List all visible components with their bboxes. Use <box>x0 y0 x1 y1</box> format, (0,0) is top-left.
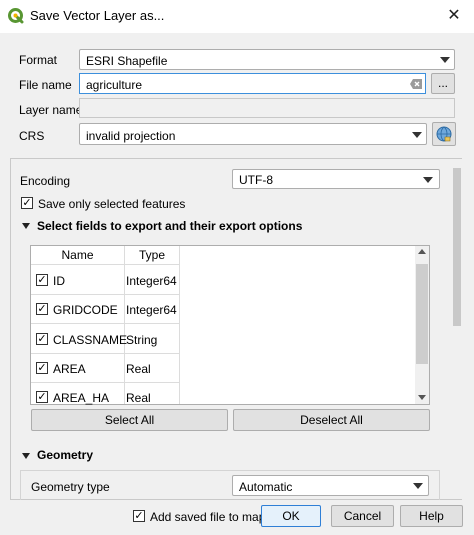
crs-label: CRS <box>19 129 45 143</box>
help-button[interactable]: Help <box>400 505 463 527</box>
format-value: ESRI Shapefile <box>86 54 168 68</box>
layername-label: Layer name <box>19 103 83 117</box>
add-saved-checkbox[interactable]: ✓ <box>133 510 145 522</box>
fields-section-title[interactable]: Select fields to export and their export… <box>37 219 302 233</box>
geometry-type-select[interactable]: Automatic <box>232 475 429 496</box>
encoding-label: Encoding <box>20 174 71 188</box>
chevron-down-icon <box>413 483 423 489</box>
encoding-value: UTF-8 <box>239 173 273 187</box>
field-type: Real <box>126 362 151 376</box>
crs-select[interactable]: invalid projection <box>79 123 427 145</box>
field-name: AREA <box>53 362 86 376</box>
globe-icon <box>436 126 452 142</box>
field-name: AREA_HA <box>53 391 110 405</box>
geometry-type-value: Automatic <box>239 480 293 494</box>
collapse-arrow-icon[interactable] <box>22 223 30 229</box>
format-label: Format <box>19 53 58 67</box>
select-all-button[interactable]: Select All <box>31 409 228 431</box>
qgis-logo-icon <box>8 8 24 24</box>
geometry-type-label: Geometry type <box>31 480 110 494</box>
field-checkbox[interactable]: ✓ <box>36 362 48 374</box>
filename-value: agriculture <box>86 78 143 92</box>
cancel-button[interactable]: Cancel <box>331 505 394 527</box>
table-scrollbar-thumb[interactable] <box>416 264 428 364</box>
column-header-name[interactable]: Name <box>31 246 125 265</box>
field-checkbox[interactable]: ✓ <box>36 333 48 345</box>
field-name: ID <box>53 274 65 288</box>
close-icon[interactable]: ✕ <box>440 4 468 28</box>
save-selected-label: Save only selected features <box>38 197 186 211</box>
chevron-down-icon <box>412 132 422 138</box>
collapse-arrow-icon[interactable] <box>22 453 30 459</box>
clear-icon[interactable] <box>410 79 422 89</box>
field-type: String <box>126 333 158 347</box>
field-name: CLASSNAME <box>53 333 128 347</box>
layername-input[interactable] <box>79 98 455 118</box>
field-name: GRIDCODE <box>53 303 118 317</box>
field-checkbox[interactable]: ✓ <box>36 274 48 286</box>
chevron-down-icon <box>440 57 450 63</box>
column-header-type[interactable]: Type <box>125 246 180 265</box>
filename-label: File name <box>19 78 72 92</box>
field-type: Real <box>126 391 151 405</box>
add-saved-label: Add saved file to map <box>150 510 266 524</box>
chevron-down-icon <box>423 177 433 183</box>
field-checkbox[interactable]: ✓ <box>36 391 48 403</box>
scroll-up-icon[interactable] <box>418 249 426 254</box>
encoding-select[interactable]: UTF-8 <box>232 169 440 189</box>
crs-value: invalid projection <box>86 129 176 143</box>
window-title: Save Vector Layer as... <box>30 8 165 23</box>
field-type: Integer64 <box>126 303 177 317</box>
ok-button[interactable]: OK <box>261 505 321 527</box>
field-type: Integer64 <box>126 274 177 288</box>
save-selected-checkbox[interactable]: ✓ <box>21 197 33 209</box>
deselect-all-button[interactable]: Deselect All <box>233 409 430 431</box>
field-checkbox[interactable]: ✓ <box>36 303 48 315</box>
format-select[interactable]: ESRI Shapefile <box>79 49 455 70</box>
filename-input[interactable]: agriculture <box>79 73 426 94</box>
browse-button[interactable]: ... <box>431 73 455 94</box>
geometry-section-title[interactable]: Geometry <box>37 448 93 462</box>
scroll-down-icon[interactable] <box>418 395 426 400</box>
crs-selector-button[interactable] <box>432 122 456 146</box>
options-scrollbar-thumb[interactable] <box>453 168 461 326</box>
